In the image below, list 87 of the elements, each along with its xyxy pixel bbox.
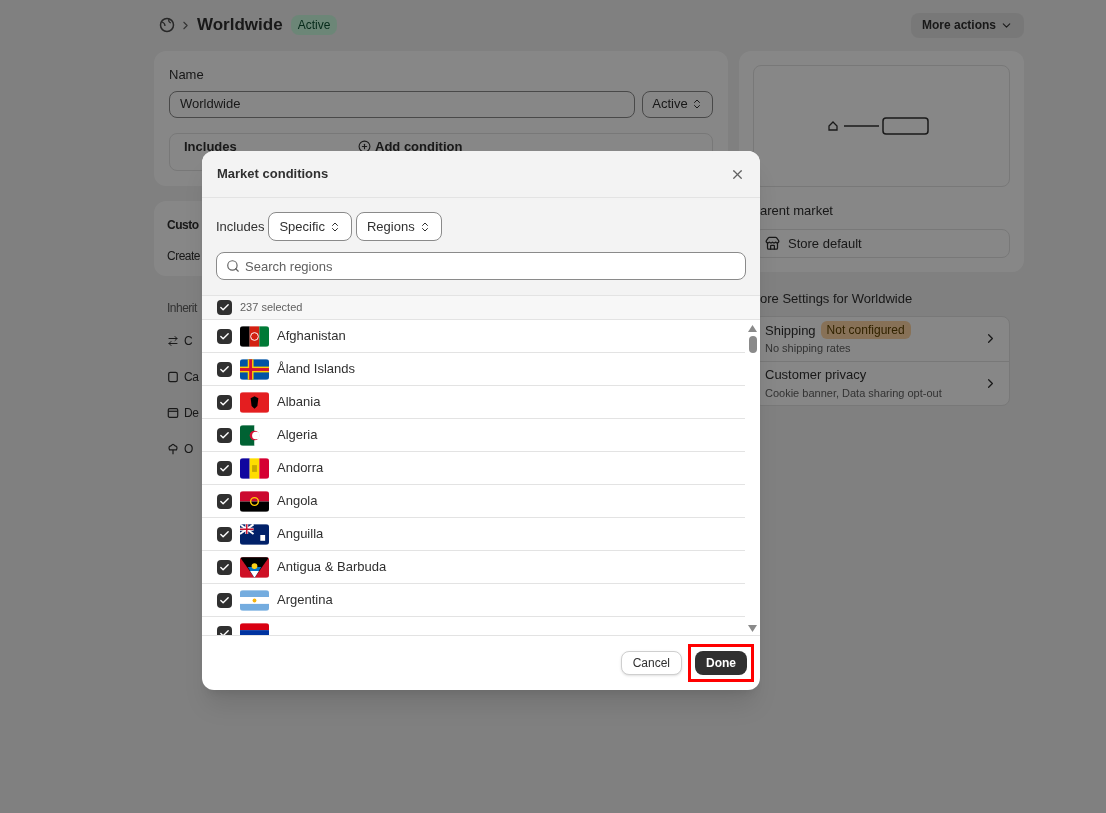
region-row[interactable]: Afghanistan (202, 320, 745, 353)
done-button[interactable]: Done (695, 651, 747, 675)
field-label: Name (169, 66, 205, 84)
region-name: Anguilla (277, 525, 324, 544)
flag-icon (240, 589, 269, 611)
row-title: Shipping (765, 321, 816, 340)
check-icon (219, 363, 230, 375)
check-icon (219, 495, 230, 507)
section-title: ore Settings for Worldwide (760, 290, 914, 308)
checkbox[interactable] (217, 592, 232, 608)
region-name: Antigua & Barbuda (277, 558, 387, 577)
region-row[interactable]: Antigua & Barbuda (202, 551, 745, 584)
plus-circle-icon (358, 140, 371, 153)
region-name: Algeria (277, 426, 318, 445)
check-icon (219, 627, 230, 635)
dialog-title: Market conditions (217, 165, 330, 184)
inherited-setting-label: Ca (184, 369, 199, 386)
region-name: Åland Islands (277, 360, 356, 379)
settings-row[interactable]: Shipping Not configured No shipping rates (754, 316, 1009, 361)
checkbox[interactable] (217, 460, 232, 476)
search-icon (226, 259, 240, 273)
checkbox[interactable] (217, 493, 232, 509)
card-text: Create (167, 248, 201, 265)
flag-icon (240, 523, 269, 545)
checkbox[interactable] (217, 361, 232, 377)
name-field[interactable]: Worldwide (169, 90, 635, 118)
search-field[interactable]: Search regions (216, 252, 746, 280)
status-badge: Active (290, 15, 338, 35)
checkbox[interactable] (217, 328, 232, 344)
region-row[interactable]: Andorra (202, 452, 745, 485)
inherited-setting-label: De (184, 405, 199, 422)
condition-select[interactable]: Regions (355, 212, 442, 241)
row-subtitle: No shipping rates (765, 341, 852, 356)
flag-icon (240, 325, 269, 347)
checkbox[interactable] (217, 526, 232, 542)
flag-icon (240, 391, 269, 413)
check-icon (219, 594, 230, 606)
status-select[interactable]: Active (642, 90, 713, 118)
row-title: Customer privacy (765, 366, 867, 384)
scroll-down-icon[interactable] (748, 625, 757, 632)
region-row[interactable]: Argentina (202, 584, 745, 617)
check-icon (219, 302, 230, 313)
exchange-icon (167, 335, 179, 347)
section-title: Inherit (167, 300, 197, 317)
check-icon (219, 528, 230, 540)
store-icon (765, 235, 780, 251)
check-icon (219, 462, 230, 474)
includes-label: Includes (216, 217, 265, 236)
region-name: Andorra (277, 459, 324, 478)
document-icon (167, 371, 179, 383)
includes-label: Includes (184, 139, 238, 154)
flag-icon (240, 556, 269, 578)
region-row[interactable]: Algeria (202, 419, 745, 452)
checkbox[interactable] (217, 559, 232, 575)
parent-market-label: arent market (760, 202, 834, 221)
inherited-setting-label: C (184, 333, 193, 350)
flag-icon (240, 490, 269, 512)
inherited-setting-label: O (184, 441, 193, 458)
page-title: Worldwide (197, 14, 283, 37)
region-row[interactable]: Albania (202, 386, 745, 419)
check-icon (219, 330, 230, 342)
check-icon (219, 396, 230, 408)
check-icon (219, 561, 230, 573)
checkbox[interactable] (217, 427, 232, 443)
checkbox[interactable] (217, 300, 232, 315)
cancel-button[interactable]: Cancel (620, 651, 682, 675)
region-row[interactable]: Åland Islands (202, 353, 745, 386)
region-name: Angola (277, 492, 318, 511)
status-badge: Not configured (820, 321, 911, 340)
condition-select[interactable]: Specific (268, 212, 352, 241)
card-title: Custo (167, 217, 199, 234)
row-subtitle: Cookie banner, Data sharing opt-out (765, 385, 943, 401)
region-name: Albania (277, 393, 321, 412)
flag-icon (240, 457, 269, 479)
window-icon (167, 407, 179, 419)
region-row[interactable]: Anguilla (202, 518, 745, 551)
flag-icon (240, 358, 269, 380)
region-row[interactable]: Angola (202, 485, 745, 518)
scroll-thumb[interactable] (748, 336, 757, 353)
add-condition-button[interactable]: Add condition (358, 139, 463, 154)
check-icon (219, 429, 230, 441)
region-name: Argentina (277, 591, 333, 610)
region-name: Afghanistan (277, 327, 346, 346)
more-actions-button[interactable]: More actions (911, 12, 1024, 38)
checkbox[interactable] (217, 394, 232, 410)
scroll-up-icon[interactable] (748, 325, 757, 332)
selected-count: 237 selected (240, 300, 303, 316)
